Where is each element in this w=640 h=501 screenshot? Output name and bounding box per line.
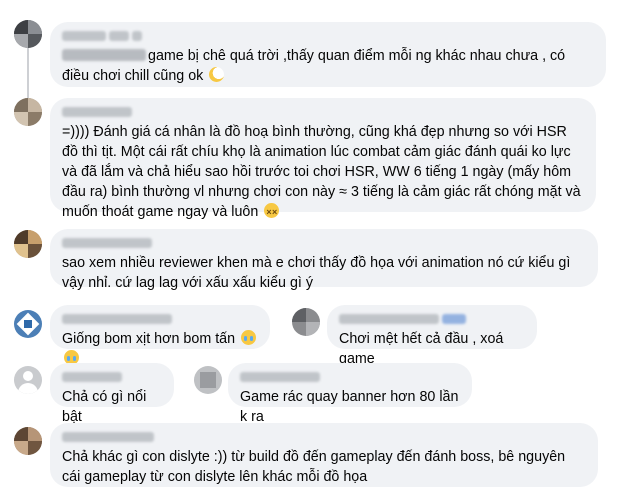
thread-line xyxy=(27,48,29,98)
comment-author-redacted[interactable] xyxy=(62,430,586,444)
avatar[interactable] xyxy=(292,308,320,336)
comment-author-redacted[interactable] xyxy=(62,29,594,43)
comment-text: Chả có gì nổi bật xyxy=(62,389,147,425)
comment-text: =)))) Đánh giá cá nhân là đồ hoạ bình th… xyxy=(62,122,584,222)
dizzy-face-icon xyxy=(264,202,280,222)
comment-bubble: =)))) Đánh giá cá nhân là đồ hoạ bình th… xyxy=(50,98,596,222)
comment-text: sao xem nhiều reviewer khen mà e chơi th… xyxy=(62,255,571,291)
comment-bubble: sao xem nhiều reviewer khen mà e chơi th… xyxy=(50,229,598,291)
avatar[interactable] xyxy=(14,310,42,338)
crying-face-icon xyxy=(241,330,257,345)
comment-bubble: Game rác quay banner hơn 80 lần k ra xyxy=(228,363,472,425)
comment-bubble: game bị chê quá trời ,thấy quan điểm mỗi… xyxy=(50,22,606,87)
comment-author-redacted[interactable] xyxy=(62,312,258,326)
avatar[interactable] xyxy=(194,366,222,394)
comment-author-redacted[interactable] xyxy=(62,105,584,119)
avatar[interactable] xyxy=(14,230,42,258)
comment-author-redacted[interactable] xyxy=(62,370,162,384)
avatar[interactable] xyxy=(14,366,42,394)
comment-bubble: Chả khác gì con dislyte :)) từ build đồ … xyxy=(50,423,598,487)
moon-face-icon xyxy=(209,67,225,82)
avatar[interactable] xyxy=(14,20,42,48)
comment-author-redacted[interactable] xyxy=(240,370,460,384)
comment-bubble: Chơi mệt hết cả đầu , xoá game xyxy=(327,305,537,367)
comment-bubble: Chả có gì nổi bật xyxy=(50,363,174,425)
avatar[interactable] xyxy=(14,427,42,455)
comment-text: Chả khác gì con dislyte :)) từ build đồ … xyxy=(62,449,566,485)
comment-author-redacted[interactable] xyxy=(339,312,525,326)
comment-author-redacted[interactable] xyxy=(62,236,586,250)
comment-text: Game rác quay banner hơn 80 lần k ra xyxy=(240,389,459,425)
avatar[interactable] xyxy=(14,98,42,126)
comment-text: game bị chê quá trời ,thấy quan điểm mỗi… xyxy=(62,48,566,84)
comment-bubble: Giống bom xịt hơn bom tấn xyxy=(50,305,270,365)
